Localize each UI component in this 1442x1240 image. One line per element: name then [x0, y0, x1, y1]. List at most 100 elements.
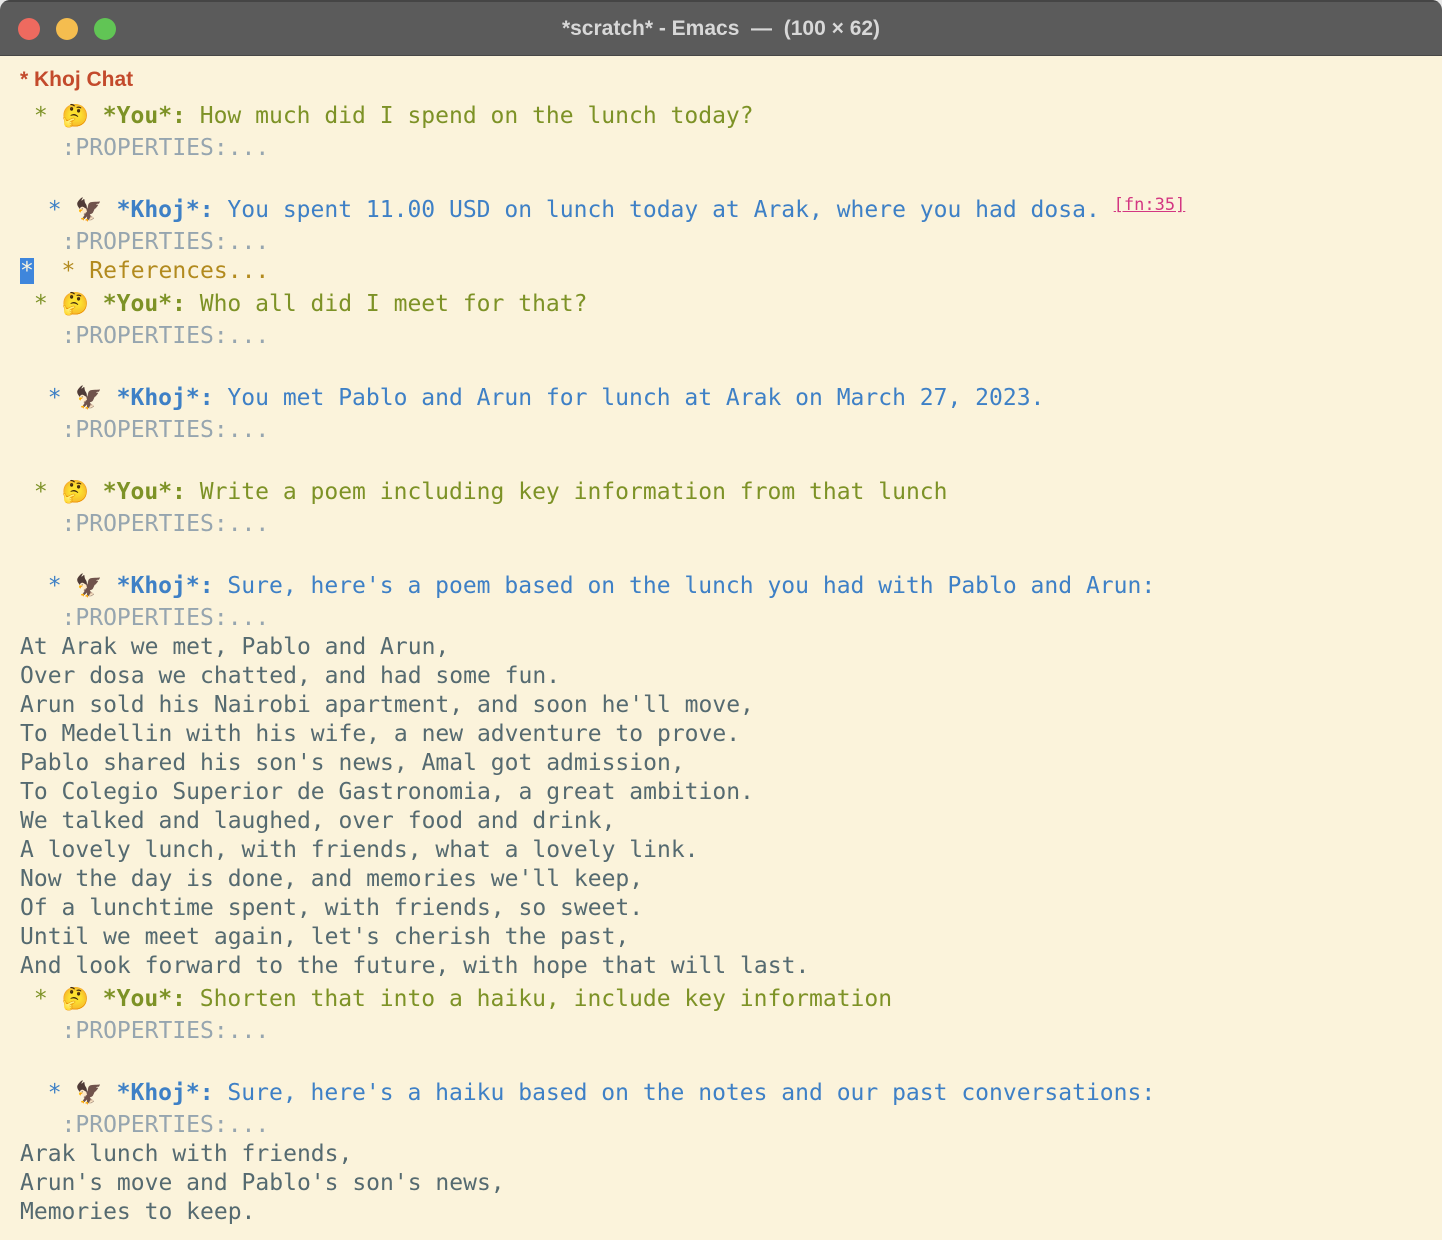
you-speaker-label: *You*:: [89, 479, 186, 505]
message-body-line: To Colegio Superior de Gastronomia, a gr…: [20, 778, 1434, 807]
segment-star-khoj: *: [20, 573, 75, 599]
poem-line: Of a lunchtime spent, with friends, so s…: [20, 895, 643, 921]
poem-line: Now the day is done, and memories we'll …: [20, 866, 643, 892]
khoj-response-heading: * 🦅 *Khoj*: Sure, here's a poem based on…: [20, 568, 1434, 604]
eagle-emoji: 🦅: [75, 1081, 102, 1106]
properties-drawer[interactable]: :PROPERTIES:...: [20, 1018, 269, 1044]
blank-line: [20, 1046, 1434, 1075]
segment-star-khoj: *: [20, 197, 75, 223]
org-title-text: * Khoj Chat: [20, 68, 133, 91]
message-body-line: A lovely lunch, with friends, what a lov…: [20, 836, 1434, 865]
properties-drawer[interactable]: :PROPERTIES:...: [20, 417, 269, 443]
thinking-face-emoji: 🤔: [62, 104, 89, 129]
segment-star-you: *: [20, 291, 62, 317]
haiku-line: Arun's move and Pablo's son's news,: [20, 1170, 505, 1196]
properties-drawer-line: :PROPERTIES:...: [20, 134, 1434, 163]
haiku-line: Arak lunch with friends,: [20, 1141, 352, 1167]
properties-drawer-line: :PROPERTIES:...: [20, 322, 1434, 351]
org-title-heading: * Khoj Chat: [20, 62, 1434, 98]
titlebar[interactable]: *scratch* - Emacs — (100 × 62): [0, 0, 1442, 56]
message-body-line: Arak lunch with friends,: [20, 1140, 1434, 1169]
segment-star-you: *: [20, 103, 62, 129]
properties-drawer[interactable]: :PROPERTIES:...: [20, 135, 269, 161]
poem-line: To Medellin with his wife, a new adventu…: [20, 721, 740, 747]
blank-line: [20, 539, 1434, 568]
khoj-speaker-label: *Khoj*:: [103, 573, 214, 599]
message-body-line: At Arak we met, Pablo and Arun,: [20, 633, 1434, 662]
properties-drawer-line: :PROPERTIES:...: [20, 416, 1434, 445]
references-heading[interactable]: * References...: [34, 258, 269, 284]
properties-drawer-line: :PROPERTIES:...: [20, 228, 1434, 257]
properties-drawer[interactable]: :PROPERTIES:...: [20, 1112, 269, 1138]
close-button[interactable]: [18, 18, 40, 40]
message-body-line: And look forward to the future, with hop…: [20, 952, 1434, 981]
you-message-heading: * 🤔 *You*: Shorten that into a haiku, in…: [20, 981, 1434, 1017]
window-title: *scratch* - Emacs — (100 × 62): [562, 17, 880, 41]
khoj-speaker-label: *Khoj*:: [103, 1080, 214, 1106]
thinking-face-emoji: 🤔: [62, 987, 89, 1012]
khoj-response-heading: * 🦅 *Khoj*: You spent 11.00 USD on lunch…: [20, 192, 1434, 228]
blank-line: [20, 163, 1434, 192]
khoj-message-text: You met Pablo and Arun for lunch at Arak…: [214, 385, 1045, 411]
you-message-heading: * 🤔 *You*: Write a poem including key in…: [20, 474, 1434, 510]
block-cursor: *: [20, 258, 34, 284]
you-speaker-label: *You*:: [89, 986, 186, 1012]
message-body-line: Arun's move and Pablo's son's news,: [20, 1169, 1434, 1198]
message-body-line: Memories to keep.: [20, 1198, 1434, 1227]
blank-line: [20, 351, 1434, 380]
references-heading-line: * * References...: [20, 257, 1434, 286]
message-body-line: We talked and laughed, over food and dri…: [20, 807, 1434, 836]
you-message-heading: * 🤔 *You*: Who all did I meet for that?: [20, 286, 1434, 322]
properties-drawer-line: :PROPERTIES:...: [20, 604, 1434, 633]
you-message-heading: * 🤔 *You*: How much did I spend on the l…: [20, 98, 1434, 134]
emacs-window: *scratch* - Emacs — (100 × 62) * Khoj Ch…: [0, 0, 1442, 1240]
poem-line: We talked and laughed, over food and dri…: [20, 808, 615, 834]
khoj-response-heading: * 🦅 *Khoj*: You met Pablo and Arun for l…: [20, 380, 1434, 416]
you-speaker-label: *You*:: [89, 291, 186, 317]
blank-line: [20, 445, 1434, 474]
zoom-button[interactable]: [94, 18, 116, 40]
khoj-message-text: You spent 11.00 USD on lunch today at Ar…: [214, 197, 1114, 223]
segment-star-you: *: [20, 986, 62, 1012]
traffic-lights: [18, 2, 116, 55]
khoj-message-text: Sure, here's a haiku based on the notes …: [214, 1080, 1156, 1106]
you-speaker-label: *You*:: [89, 103, 186, 129]
message-body-line: Until we meet again, let's cherish the p…: [20, 923, 1434, 952]
properties-drawer-line: :PROPERTIES:...: [20, 1111, 1434, 1140]
message-body-line: Arun sold his Nairobi apartment, and soo…: [20, 691, 1434, 720]
properties-drawer[interactable]: :PROPERTIES:...: [20, 605, 269, 631]
khoj-response-heading: * 🦅 *Khoj*: Sure, here's a haiku based o…: [20, 1075, 1434, 1111]
you-message-text: Write a poem including key information f…: [186, 479, 948, 505]
khoj-speaker-label: *Khoj*:: [103, 197, 214, 223]
message-body-line: Now the day is done, and memories we'll …: [20, 865, 1434, 894]
you-message-text: How much did I spend on the lunch today?: [186, 103, 754, 129]
poem-line: A lovely lunch, with friends, what a lov…: [20, 837, 699, 863]
properties-drawer[interactable]: :PROPERTIES:...: [20, 323, 269, 349]
eagle-emoji: 🦅: [75, 198, 102, 223]
eagle-emoji: 🦅: [75, 386, 102, 411]
poem-line: Arun sold his Nairobi apartment, and soo…: [20, 692, 754, 718]
properties-drawer[interactable]: :PROPERTIES:...: [20, 229, 269, 255]
properties-drawer-line: :PROPERTIES:...: [20, 1017, 1434, 1046]
you-message-text: Who all did I meet for that?: [186, 291, 588, 317]
eagle-emoji: 🦅: [75, 574, 102, 599]
minimize-button[interactable]: [56, 18, 78, 40]
message-body-line: Pablo shared his son's news, Amal got ad…: [20, 749, 1434, 778]
thinking-face-emoji: 🤔: [62, 292, 89, 317]
you-message-text: Shorten that into a haiku, include key i…: [186, 986, 892, 1012]
scratch-buffer[interactable]: * Khoj Chat * 🤔 *You*: How much did I sp…: [0, 56, 1442, 1240]
segment-star-khoj: *: [20, 1080, 75, 1106]
poem-line: To Colegio Superior de Gastronomia, a gr…: [20, 779, 754, 805]
poem-line: Pablo shared his son's news, Amal got ad…: [20, 750, 685, 776]
poem-line: And look forward to the future, with hop…: [20, 953, 809, 979]
message-body-line: To Medellin with his wife, a new adventu…: [20, 720, 1434, 749]
footnote-link[interactable]: [fn:35]: [1114, 195, 1186, 215]
message-body-line: Of a lunchtime spent, with friends, so s…: [20, 894, 1434, 923]
khoj-message-text: Sure, here's a poem based on the lunch y…: [214, 573, 1156, 599]
segment-star-khoj: *: [20, 385, 75, 411]
poem-line: Over dosa we chatted, and had some fun.: [20, 663, 560, 689]
segment-star-you: *: [20, 479, 62, 505]
khoj-speaker-label: *Khoj*:: [103, 385, 214, 411]
properties-drawer[interactable]: :PROPERTIES:...: [20, 511, 269, 537]
properties-drawer-line: :PROPERTIES:...: [20, 510, 1434, 539]
